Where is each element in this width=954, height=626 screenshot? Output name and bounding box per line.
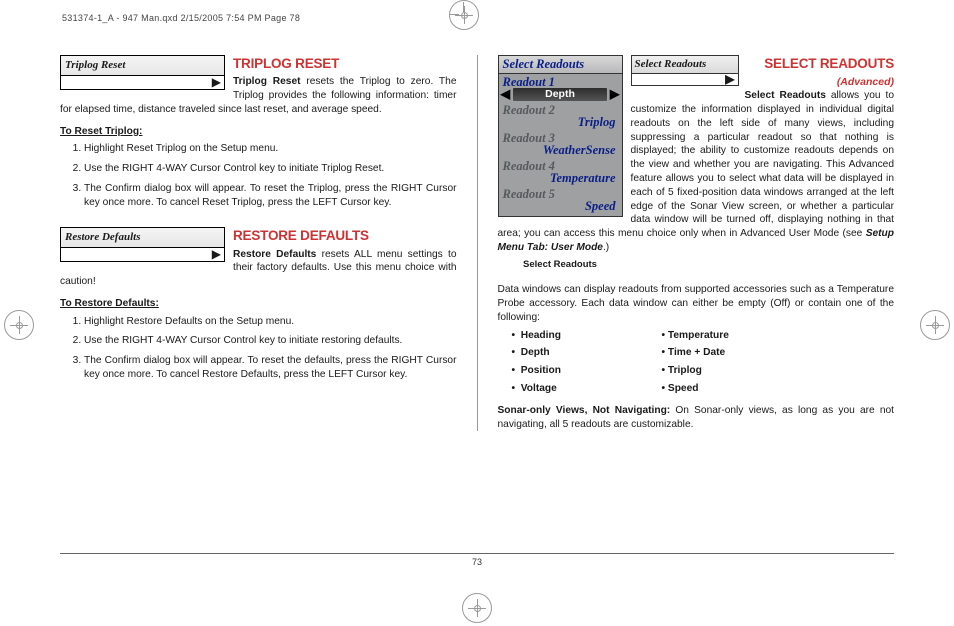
readout-1-value: Depth	[513, 88, 607, 101]
list-item: • Position	[512, 364, 662, 378]
list-item: • Voltage	[512, 382, 662, 396]
menu-box-title: Triplog Reset	[61, 56, 224, 76]
select-readouts-mini-box: Select Readouts ▶	[631, 55, 739, 86]
readout-4-value: Temperature	[499, 172, 622, 188]
right-arrow-icon: ▶	[212, 246, 221, 262]
step: Use the RIGHT 4-WAY Cursor Control key t…	[84, 162, 457, 176]
page-footer: 73	[60, 553, 894, 567]
print-header: 531374-1_A - 947 Man.qxd 2/15/2005 7:54 …	[62, 13, 300, 23]
step: Use the RIGHT 4-WAY Cursor Control key t…	[84, 334, 457, 348]
list-item: • Depth	[512, 346, 662, 360]
readout-5-value: Speed	[499, 200, 622, 216]
readout-1-label: Readout 1	[499, 74, 622, 89]
right-arrow-icon: ▶	[212, 74, 221, 90]
mini-box-title: Select Readouts	[632, 56, 738, 74]
readout-options-list: • Heading • Depth • Position • Voltage •…	[512, 329, 895, 400]
data-windows-text: Data windows can display readouts from s…	[498, 283, 895, 324]
restore-defaults-steps: Highlight Restore Defaults on the Setup …	[60, 315, 457, 382]
readout-3-value: WeatherSense	[499, 144, 622, 160]
page-number: 73	[472, 557, 482, 567]
left-column: Triplog Reset ▶ TRIPLOG RESET Triplog Re…	[60, 55, 457, 431]
panel-title: Select Readouts	[499, 56, 622, 74]
list-item: • Triplog	[662, 364, 812, 378]
right-column: Select Readouts Readout 1 ◀ Depth ▶ Read…	[477, 55, 895, 431]
panel-caption: Select Readouts	[498, 259, 623, 272]
to-reset-triplog-heading: To Reset Triplog:	[60, 125, 457, 139]
page-body: Triplog Reset ▶ TRIPLOG RESET Triplog Re…	[60, 55, 894, 431]
list-item: • Temperature	[662, 329, 812, 343]
triplog-reset-menu-box: Triplog Reset ▶	[60, 55, 225, 90]
step: The Confirm dialog box will appear. To r…	[84, 182, 457, 210]
step: Highlight Restore Defaults on the Setup …	[84, 315, 457, 329]
crop-mark-bottom	[462, 593, 492, 623]
readout-2-value: Triplog	[499, 116, 622, 132]
step: Highlight Reset Triplog on the Setup men…	[84, 142, 457, 156]
to-restore-defaults-heading: To Restore Defaults:	[60, 297, 457, 311]
list-item: • Speed	[662, 382, 812, 396]
list-item: • Heading	[512, 329, 662, 343]
menu-box-title: Restore Defaults	[61, 228, 224, 248]
left-arrow-icon: ◀	[501, 88, 511, 101]
triplog-reset-steps: Highlight Reset Triplog on the Setup men…	[60, 142, 457, 209]
crop-mark-right	[920, 310, 950, 340]
crop-mark-left	[4, 310, 34, 340]
right-arrow-icon: ▶	[610, 88, 620, 101]
right-arrow-icon: ▶	[725, 71, 734, 87]
list-item: • Time + Date	[662, 346, 812, 360]
sonar-only-note: Sonar-only Views, Not Navigating: On Son…	[498, 404, 895, 432]
step: The Confirm dialog box will appear. To r…	[84, 354, 457, 382]
restore-defaults-menu-box: Restore Defaults ▶	[60, 227, 225, 262]
select-readouts-panel: Select Readouts Readout 1 ◀ Depth ▶ Read…	[498, 55, 623, 217]
